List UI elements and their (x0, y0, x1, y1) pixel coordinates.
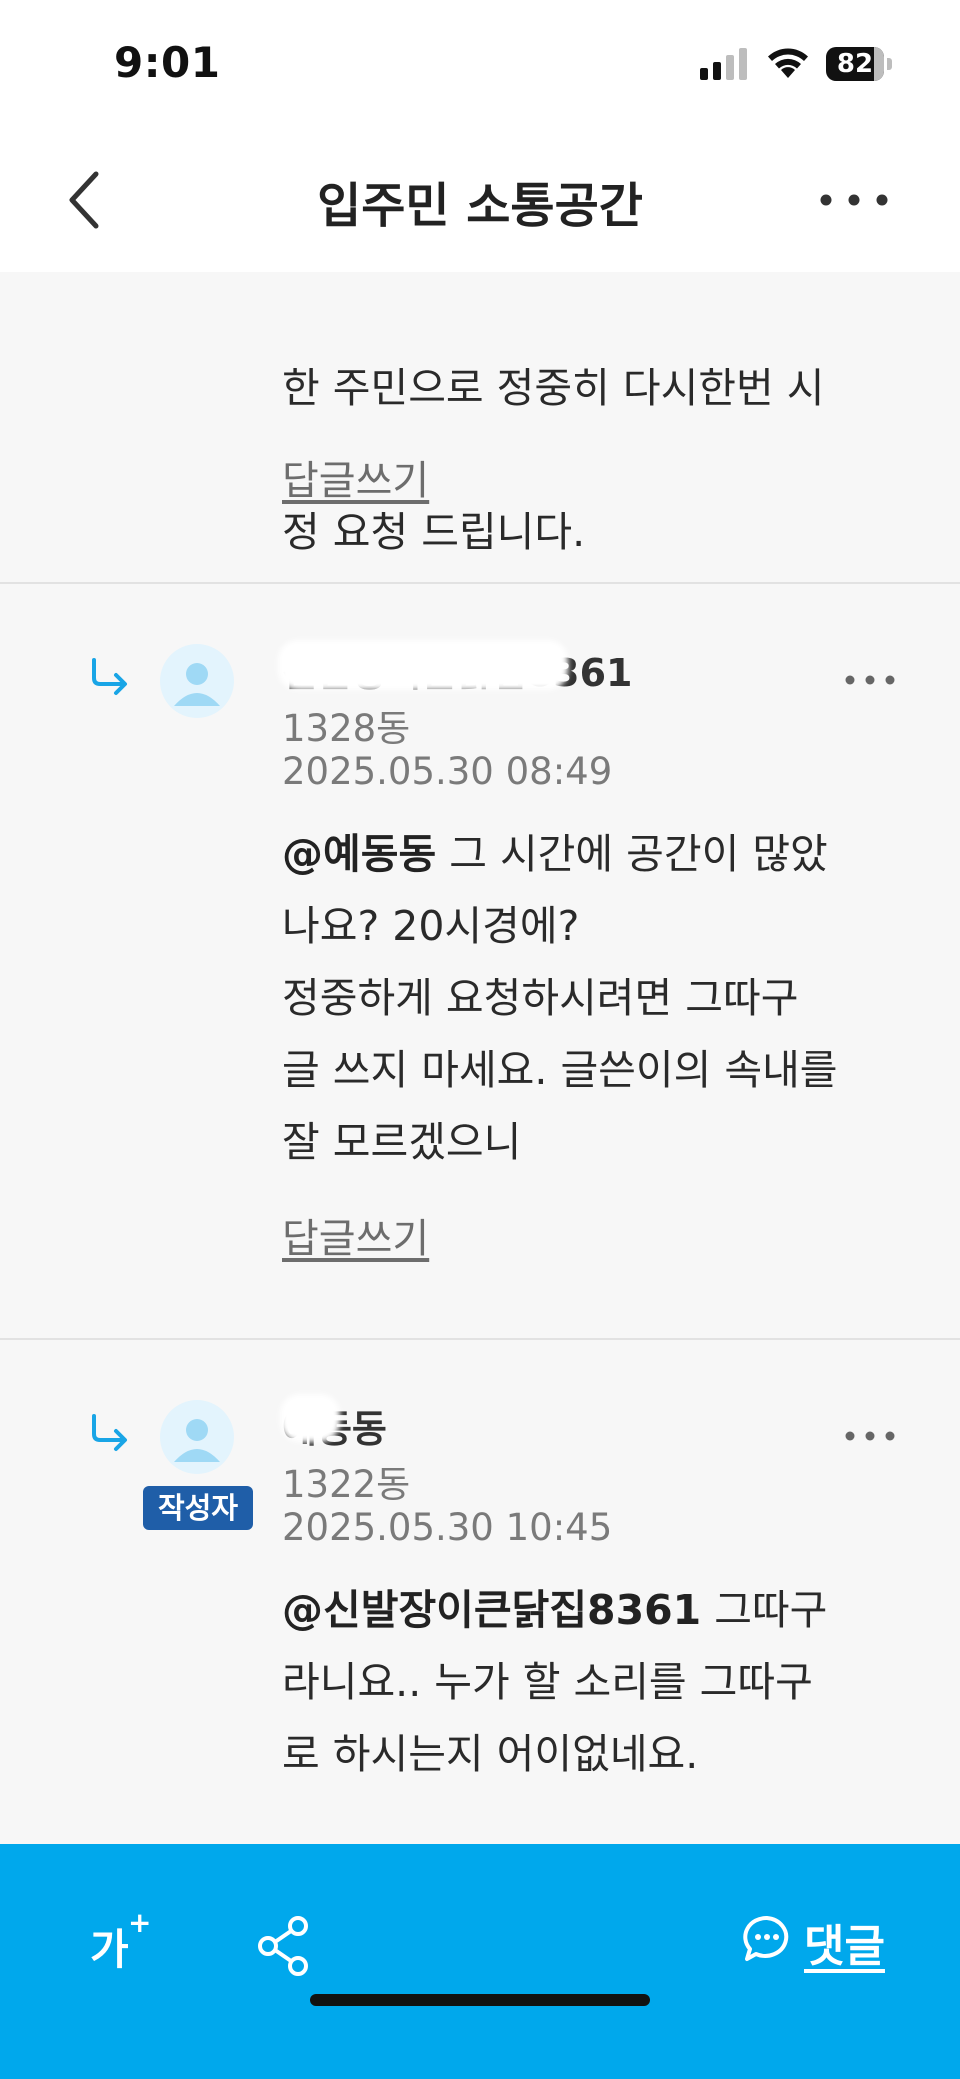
avatar[interactable] (160, 1400, 234, 1474)
comment-text-first: 그 시간에 공간이 많았 (436, 830, 828, 878)
avatar[interactable] (160, 644, 234, 718)
comment-line: 정 요청 드립니다. (282, 508, 586, 556)
signal-icon (700, 48, 747, 80)
comment-text-first: 그따구 (701, 1586, 828, 1634)
comment-divider (0, 582, 960, 584)
comment-divider (0, 1338, 960, 1340)
comment-date: 2025.05.30 10:45 (282, 1506, 613, 1549)
status-time: 9:01 (114, 38, 221, 87)
top-navigation-bar: 입주민 소통공간 (0, 130, 960, 272)
bottom-action-bar: 가 + 댓글 (0, 1844, 960, 2079)
font-size-button[interactable]: 가 + (90, 1906, 160, 1976)
author-dong: 1328동 (282, 707, 411, 750)
mention-tag[interactable]: @예동동 (282, 830, 436, 878)
mention-tag[interactable]: @신발장이큰닭집8361 (282, 1586, 701, 1634)
home-indicator (310, 1994, 650, 2006)
font-size-plus: + (128, 1906, 152, 1939)
comment-body: 한 주민으로 정중히 다시한번 시 정 요청 드립니다. (282, 280, 902, 568)
more-horizontal-icon[interactable] (842, 668, 898, 692)
more-horizontal-icon[interactable] (842, 1424, 898, 1448)
comment-button[interactable]: 댓글 (742, 1910, 892, 1972)
comment-line: 한 주민으로 정중히 다시한번 시 (282, 364, 825, 412)
wifi-icon (768, 48, 808, 78)
comment-date: 2025.05.30 08:49 (282, 750, 613, 793)
more-horizontal-icon[interactable] (814, 182, 894, 218)
comment-text-rest: 라니요.. 누가 할 소리를 그따구 로 하시는지 어이없네요. (282, 1658, 813, 1778)
share-icon[interactable] (256, 1916, 312, 1976)
battery-indicator: 82 (826, 47, 896, 81)
battery-percent: 82 (836, 49, 874, 79)
user-icon (174, 663, 220, 706)
comment-label: 댓글 (804, 1921, 885, 1972)
font-size-icon: 가 (90, 1925, 129, 1974)
reply-arrow-icon (92, 1414, 127, 1451)
reply-link[interactable]: 답글쓰기 (282, 448, 429, 506)
redaction-mark (280, 1394, 340, 1442)
redaction-mark (278, 640, 568, 690)
reply-arrow-icon (92, 658, 127, 695)
comment-bubble-icon (743, 1915, 789, 1961)
author-dong: 1322동 (282, 1463, 411, 1506)
user-icon (174, 1419, 220, 1462)
comment-text-rest: 나요? 20시경에? 정중하게 요청하시려면 그따구 글 쓰지 마세요. 글쓴이… (282, 902, 838, 1166)
comment-list[interactable]: 한 주민으로 정중히 다시한번 시 정 요청 드립니다. 답글쓰기 신발장이큰닭… (0, 272, 960, 1844)
status-bar: 9:01 82 (0, 0, 960, 130)
reply-link[interactable]: 답글쓰기 (282, 1206, 429, 1264)
author-badge: 작성자 (143, 1486, 253, 1530)
comment-body: @신발장이큰닭집8361 그따구 라니요.. 누가 할 소리를 그따구 로 하시… (282, 1574, 902, 1790)
comment-body: @예동동 그 시간에 공간이 많았 나요? 20시경에? 정중하게 요청하시려면… (282, 818, 902, 1178)
